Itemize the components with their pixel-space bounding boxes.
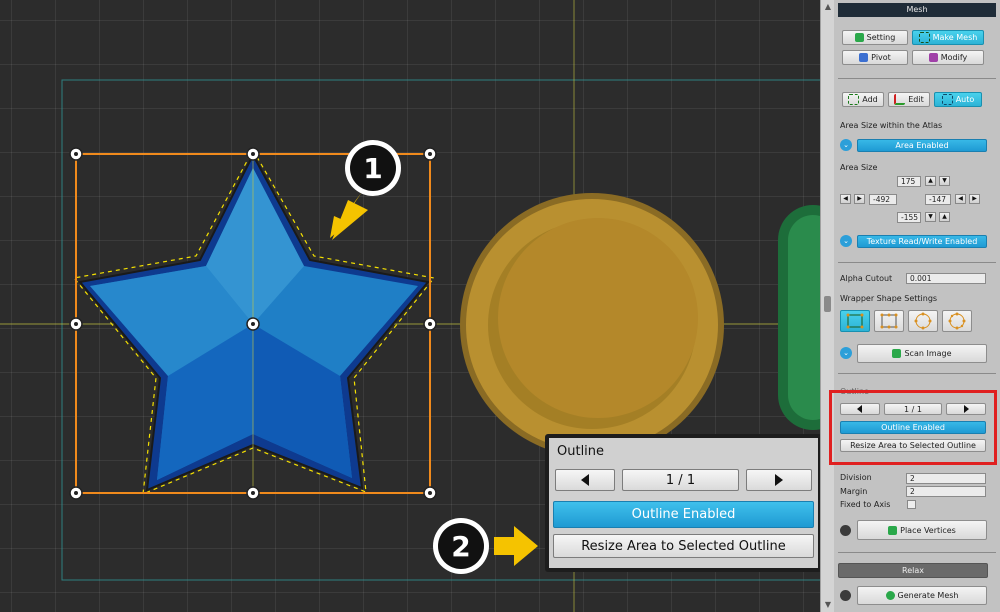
scroll-up-icon[interactable]: ▲ (823, 2, 833, 12)
divider (838, 373, 996, 374)
arrow-left-icon[interactable]: ◀ (840, 194, 851, 204)
scroll-down-icon[interactable]: ▼ (823, 600, 833, 610)
fixed-axis-checkbox[interactable] (907, 500, 916, 509)
arrow-down-icon[interactable]: ▼ (939, 176, 950, 186)
rect-vertices-icon (880, 313, 898, 329)
fixed-axis-label: Fixed to Axis (840, 500, 891, 509)
pivot-icon (859, 53, 869, 62)
mesh-inspector-panel: Mesh Setting Make Mesh Pivot Modify Add … (834, 0, 1000, 612)
alpha-cutout-field[interactable]: 0.001 (906, 273, 986, 284)
wrapper-circle-button[interactable] (908, 310, 938, 332)
auto-tool-button[interactable]: Auto (934, 92, 982, 107)
area-bottom-field[interactable]: -155 (897, 212, 921, 223)
texture-read-write-button[interactable]: Texture Read/Write Enabled (857, 235, 987, 248)
outline-section-highlight (829, 390, 997, 465)
area-right-field[interactable]: -147 (925, 194, 951, 205)
alpha-cutout-label: Alpha Cutout (840, 274, 893, 283)
arrow-left-icon[interactable]: ◀ (955, 194, 966, 204)
division-field[interactable]: 2 (906, 473, 986, 484)
callout-prev-outline-button[interactable] (555, 469, 615, 491)
scroll-thumb[interactable] (824, 296, 831, 312)
tab-setting[interactable]: Setting (842, 30, 908, 45)
auto-icon (941, 94, 953, 105)
divider (838, 78, 996, 79)
generate-mesh-button[interactable]: Generate Mesh (857, 586, 987, 605)
status-dot-icon (840, 525, 851, 536)
circle-shape-icon (914, 312, 932, 330)
area-enabled-button[interactable]: Area Enabled (857, 139, 987, 152)
make-mesh-icon (918, 32, 930, 43)
panel-title: Mesh (838, 3, 996, 17)
arrow-up-icon[interactable]: ▲ (925, 176, 936, 186)
wrapper-circle-vertices-button[interactable] (942, 310, 972, 332)
callout-resize-area-button[interactable]: Resize Area to Selected Outline (553, 534, 814, 558)
place-vertices-icon (888, 525, 898, 535)
division-label: Division (840, 473, 872, 482)
wrapper-shape-label: Wrapper Shape Settings (840, 294, 938, 303)
callout-outline-page: 1 / 1 (622, 469, 739, 491)
outline-callout-zoom: Outline 1 / 1 Outline Enabled Resize Are… (545, 434, 822, 572)
area-left-field[interactable]: -492 (869, 194, 897, 205)
setting-icon (854, 33, 864, 42)
arrow-right-icon[interactable]: ▶ (969, 194, 980, 204)
gold-coin-sprite (460, 193, 724, 457)
generate-mesh-icon (885, 591, 895, 600)
chevron-down-icon[interactable]: ⌄ (840, 347, 852, 359)
arrow-right-icon (775, 474, 783, 486)
add-icon (848, 94, 860, 105)
modify-icon (928, 53, 938, 62)
arrow-right-icon[interactable]: ▶ (854, 194, 865, 204)
scan-icon (892, 349, 902, 358)
arrow-left-icon (581, 474, 589, 486)
callout-next-outline-button[interactable] (746, 469, 812, 491)
step-badge-1: 1 (345, 140, 401, 196)
tab-modify[interactable]: Modify (912, 50, 984, 65)
place-vertices-button[interactable]: Place Vertices (857, 520, 987, 540)
divider (838, 262, 996, 263)
margin-field[interactable]: 2 (906, 486, 986, 497)
area-size-atlas-label: Area Size within the Atlas (840, 121, 943, 130)
status-dot-icon (840, 590, 851, 601)
wrapper-rect-vertices-button[interactable] (874, 310, 904, 332)
area-top-field[interactable]: 175 (897, 176, 921, 187)
scan-image-button[interactable]: Scan Image (857, 344, 987, 363)
tab-pivot[interactable]: Pivot (842, 50, 908, 65)
edit-icon (894, 94, 906, 105)
chevron-down-icon[interactable]: ⌄ (840, 139, 852, 151)
chevron-down-icon[interactable]: ⌄ (840, 235, 852, 247)
inspector-scrollbar[interactable]: ▲ ▼ (820, 0, 835, 612)
divider (838, 552, 996, 553)
step-badge-2: 2 (433, 518, 489, 574)
arrow-down-icon[interactable]: ▼ (925, 212, 936, 222)
margin-label: Margin (840, 487, 868, 496)
annotation-arrow-2 (494, 526, 538, 566)
circle-vertices-icon (948, 312, 966, 330)
add-tool-button[interactable]: Add (842, 92, 884, 107)
callout-outline-enabled-button[interactable]: Outline Enabled (553, 501, 814, 528)
rect-shape-icon (846, 313, 864, 329)
relax-button[interactable]: Relax (838, 563, 988, 578)
tab-make-mesh[interactable]: Make Mesh (912, 30, 984, 45)
area-size-label: Area Size (840, 163, 878, 172)
arrow-up-icon[interactable]: ▲ (939, 212, 950, 222)
edit-tool-button[interactable]: Edit (888, 92, 930, 107)
wrapper-rect-button[interactable] (840, 310, 870, 332)
callout-title: Outline (557, 444, 605, 459)
